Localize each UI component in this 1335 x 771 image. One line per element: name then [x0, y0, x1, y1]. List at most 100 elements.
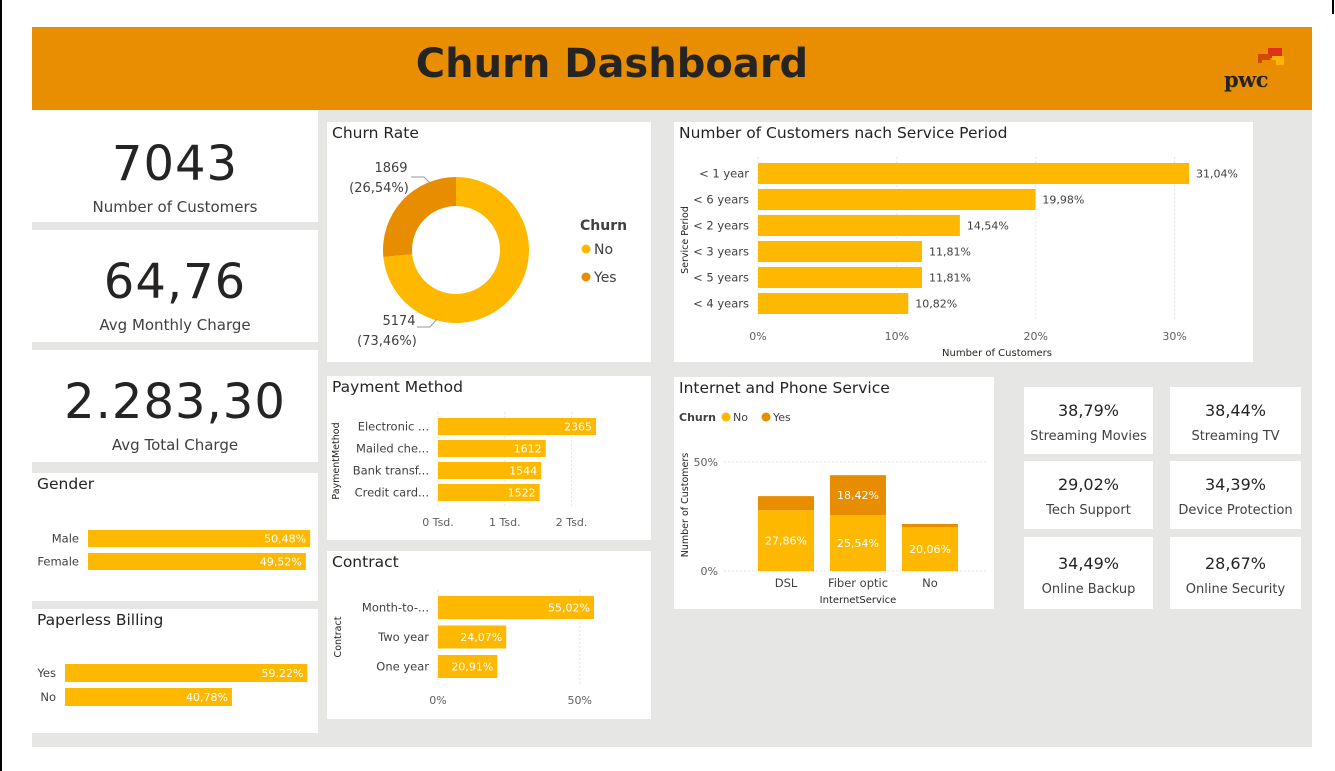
bar: [758, 189, 1036, 210]
category-label: One year: [376, 660, 429, 674]
data-label: 20,06%: [909, 543, 951, 556]
x-tick-label: Fiber optic: [828, 576, 888, 590]
mini-kpi-label: Online Security: [1185, 582, 1286, 597]
mini-kpi-value: 34,49%: [1057, 554, 1119, 573]
pwc-logo-mark: [1258, 48, 1284, 68]
kpi-tech-support[interactable]: 29,02% Tech Support: [1024, 461, 1153, 529]
x-tick-label: No: [922, 576, 938, 590]
bar: [758, 215, 960, 236]
churn-rate-card[interactable]: Churn Rate 1869 (26,54%) 5174 (73,46%) Churn…: [327, 122, 651, 362]
column-segment: [758, 496, 814, 511]
data-label: 27,86%: [765, 535, 807, 548]
data-label: 31,04%: [1196, 168, 1238, 181]
data-label: 40,78%: [186, 691, 228, 704]
data-label: 49,52%: [260, 556, 302, 569]
legend-marker: [761, 412, 771, 422]
mini-kpi-value: 28,67%: [1204, 554, 1266, 573]
y-axis-title: Contract: [333, 616, 344, 657]
paperless-billing-card[interactable]: Paperless Billing Yes 59,22% No 40,78%: [32, 609, 318, 733]
category-label: < 5 years: [693, 271, 749, 285]
kpi-device-protection[interactable]: 34,39% Device Protection: [1170, 461, 1301, 529]
contract-card[interactable]: Contract 0% 50% Month-to-... 55,02% Two year…: [327, 551, 651, 719]
category-label: < 1 year: [699, 167, 749, 181]
x-axis-title: InternetService: [820, 595, 897, 606]
x-tick-label: 1 Tsd.: [489, 516, 521, 529]
payment-method-card[interactable]: Payment Method 0 Tsd. 1 Tsd. 2 Tsd. Electro…: [327, 376, 651, 540]
mini-kpi-label: Online Backup: [1041, 582, 1136, 597]
bar: [758, 241, 922, 262]
x-tick-label: 20%: [1023, 330, 1047, 343]
page-title: Churn Dashboard: [415, 41, 809, 87]
x-tick-label: 2 Tsd.: [556, 516, 588, 529]
bar: [758, 267, 922, 288]
kpi-label: Avg Monthly Charge: [99, 316, 251, 334]
kpi-label: Number of Customers: [92, 198, 258, 216]
category-label: Female: [37, 555, 79, 569]
kpi-card-monthly-charge[interactable]: 64,76 Avg Monthly Charge: [32, 230, 318, 342]
dashboard-header: Churn Dashboard pwc: [32, 27, 1312, 111]
category-label: Credit card...: [355, 486, 429, 500]
data-label: 50,48%: [264, 533, 306, 546]
y-tick-label: 0%: [701, 565, 718, 578]
category-label: < 4 years: [693, 297, 749, 311]
legend-marker: [581, 244, 591, 254]
internet-phone-chart: 0% 50% Churn No Yes 27,86% DSL 25,54% 18,42% Fibe…: [679, 411, 986, 606]
category-label: < 6 years: [693, 193, 749, 207]
kpi-online-security[interactable]: 28,67% Online Security: [1170, 537, 1301, 609]
category-label: Electronic ...: [358, 420, 429, 434]
category-label: Yes: [36, 666, 56, 680]
legend-marker: [721, 412, 731, 422]
y-axis-title: Service Period: [680, 206, 691, 274]
category-label: Two year: [377, 630, 429, 644]
data-label: 1544: [509, 465, 537, 478]
right-edge-line: [1332, 0, 1334, 14]
x-tick-label: 10%: [885, 330, 909, 343]
kpi-card-customers[interactable]: 7043 Number of Customers: [32, 110, 318, 222]
kpi-value: 64,76: [103, 254, 247, 310]
data-label: 2365: [564, 421, 592, 434]
kpi-card-total-charge[interactable]: 2.283,30 Avg Total Charge: [32, 350, 318, 462]
internet-phone-card[interactable]: Internet and Phone Service 0% 50% Churn No Y…: [674, 377, 994, 609]
data-label: 10,82%: [915, 298, 957, 311]
kpi-streaming-movies[interactable]: 38,79% Streaming Movies: [1024, 387, 1153, 454]
service-period-card[interactable]: Number of Customers nach Service Period …: [674, 122, 1253, 362]
payment-method-chart: 0 Tsd. 1 Tsd. 2 Tsd. Electronic ... 2365 Mail…: [331, 412, 596, 529]
x-tick-label: DSL: [775, 576, 798, 590]
mini-kpi-value: 38,79%: [1057, 401, 1119, 420]
y-axis-title: Number of Customers: [680, 453, 691, 558]
pwc-logo-text: pwc: [1224, 67, 1269, 92]
x-tick-label: 0%: [749, 330, 766, 343]
kpi-value: 2.283,30: [64, 374, 286, 430]
gender-chart: Male 50,48% Female 49,52%: [37, 530, 311, 570]
legend-title: Churn: [580, 218, 627, 234]
kpi-online-backup[interactable]: 34,49% Online Backup: [1024, 537, 1153, 609]
bar: [758, 293, 909, 314]
legend-title: Churn: [679, 411, 716, 424]
legend-label: Yes: [593, 270, 617, 286]
data-label: 1612: [514, 443, 542, 456]
column-segment: [902, 523, 958, 528]
data-label: 1522: [508, 487, 536, 500]
category-label: Bank transf...: [353, 464, 429, 478]
data-label: 24,07%: [460, 631, 502, 644]
left-edge-line: [0, 0, 2, 771]
data-label: 59,22%: [261, 667, 303, 680]
y-tick-label: 50%: [694, 456, 718, 469]
mini-kpi-label: Streaming Movies: [1030, 429, 1147, 444]
x-axis-title: Number of Customers: [942, 348, 1052, 359]
category-label: Mailed che...: [356, 442, 429, 456]
churn-rate-donut: 1869 (26,54%) 5174 (73,46%) Churn No Yes: [349, 161, 627, 349]
category-label: < 2 years: [693, 219, 749, 233]
legend-label: No: [594, 242, 613, 258]
x-tick-label: 50%: [568, 694, 592, 707]
data-label: 11,81%: [929, 272, 971, 285]
legend-marker: [581, 272, 591, 282]
mini-kpi-label: Device Protection: [1178, 503, 1293, 518]
gender-card[interactable]: Gender Male 50,48% Female 49,52%: [32, 473, 318, 601]
contract-chart: 0% 50% Month-to-... 55,02% Two year 24,07% One…: [333, 590, 594, 707]
kpi-streaming-tv[interactable]: 38,44% Streaming TV: [1170, 387, 1301, 454]
data-label: 11,81%: [929, 246, 971, 259]
data-label: 19,98%: [1042, 194, 1084, 207]
kpi-value: 7043: [111, 136, 239, 192]
mini-kpi-value: 29,02%: [1057, 475, 1119, 494]
